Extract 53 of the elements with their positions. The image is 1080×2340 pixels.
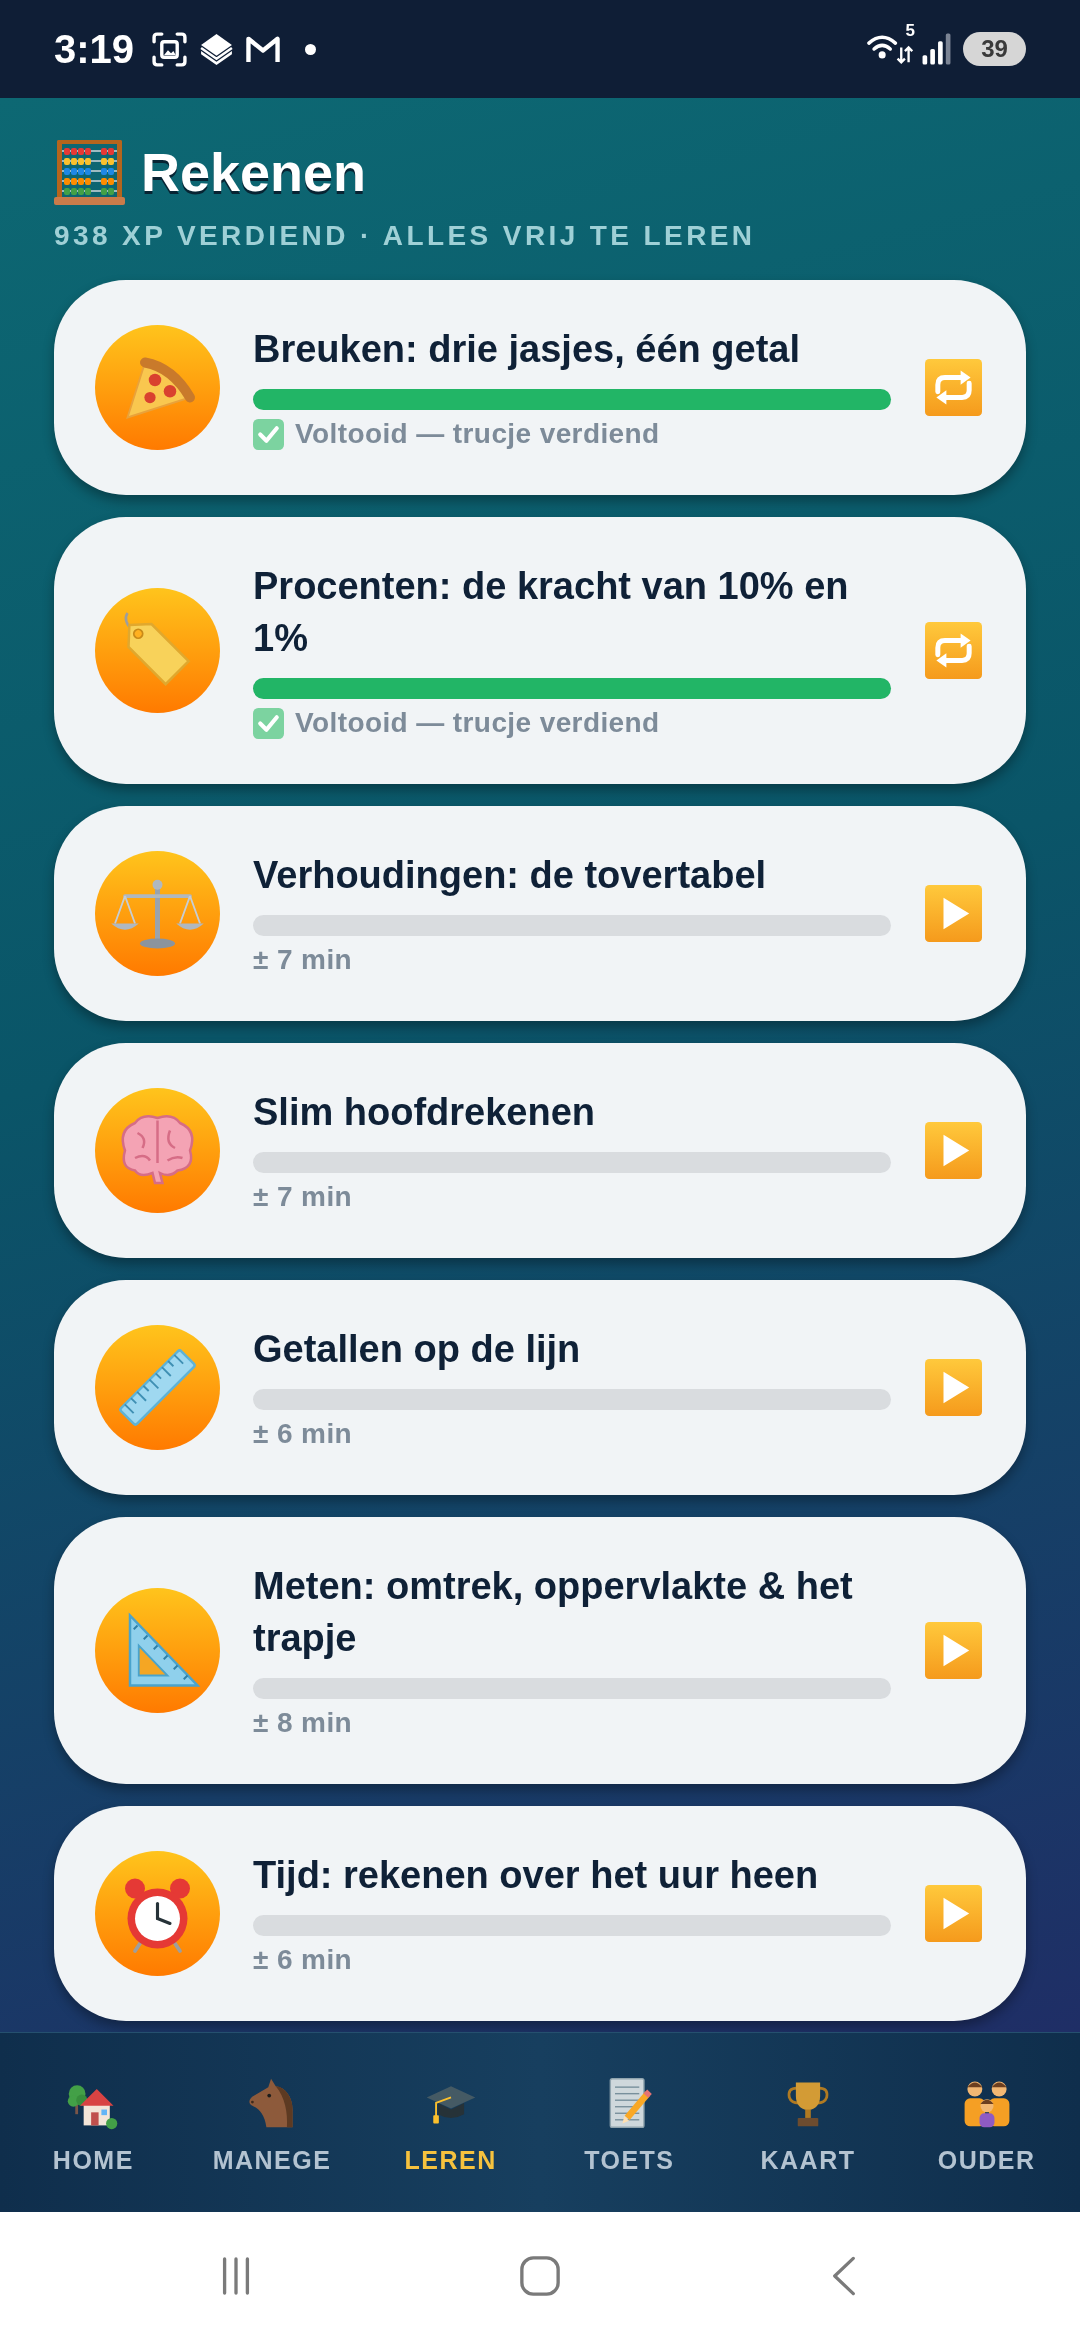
lesson-card[interactable]: Verhoudingen: de tovertabel ± 7 min (54, 806, 1026, 1021)
lesson-note: ± 6 min (253, 1943, 353, 1977)
play-icon[interactable] (925, 1622, 982, 1679)
lesson-title: Breuken: drie jasjes, één getal (253, 327, 801, 372)
play-icon[interactable] (925, 1885, 982, 1942)
notification-dot-icon (305, 43, 317, 55)
lesson-card[interactable]: Getallen op de lijn ± 6 min (54, 1280, 1026, 1495)
nav-tab[interactable]: OUDER (897, 2033, 1076, 2212)
nav-tab[interactable]: TOETS (540, 2033, 719, 2212)
screenshot-icon (151, 30, 189, 68)
lesson-note: ± 8 min (253, 1706, 353, 1740)
alarm-clock-icon (95, 1851, 220, 1976)
lesson-note: ± 6 min (253, 1417, 353, 1451)
abacus-icon (54, 139, 125, 205)
lesson-card[interactable]: Meten: omtrek, oppervlakte & het trapje ± 8 min (54, 1517, 1026, 1784)
brain-icon (95, 1088, 220, 1213)
battery-indicator: 39 (963, 32, 1026, 66)
lesson-note: ± 7 min (253, 1180, 353, 1214)
lesson-card[interactable]: Procenten: de kracht van 10% en 1% Voltooid — trucje verdiend (54, 517, 1026, 784)
nav-tab[interactable]: LEREN (361, 2033, 540, 2212)
balance-scale-icon (95, 851, 220, 976)
nav-tab[interactable]: MANEGE (182, 2033, 362, 2212)
status-time: 3:19 (54, 26, 135, 73)
lesson-title: Slim hoofdrekenen (253, 1090, 597, 1135)
back-icon[interactable] (831, 2255, 857, 2297)
page-subtitle: 938 XP VERDIEND · ALLES VRIJ TE LEREN (54, 219, 757, 253)
page-title: Rekenen (141, 141, 367, 204)
lesson-title: Meten: omtrek, oppervlakte & het trapje (253, 1564, 854, 1661)
pizza-slice-icon (95, 325, 220, 450)
price-tag-icon (95, 588, 220, 713)
lesson-title: Verhoudingen: de tovertabel (253, 853, 768, 898)
lesson-title: Getallen op de lijn (253, 1327, 582, 1372)
check-mark-icon (253, 707, 284, 739)
nav-tab[interactable]: KAART (718, 2033, 898, 2212)
lesson-card[interactable]: Tijd: rekenen over het uur heen ± 6 min (54, 1806, 1026, 2021)
signal-icon (921, 33, 952, 65)
ruler-icon (95, 1325, 220, 1450)
play-icon[interactable] (925, 885, 982, 942)
lesson-note: ± 7 min (253, 943, 353, 977)
play-icon[interactable] (925, 1122, 982, 1179)
lesson-title: Procenten: de kracht van 10% en 1% (253, 564, 850, 661)
repeat-icon[interactable] (925, 359, 982, 416)
network-type: 5 (905, 22, 915, 40)
check-mark-icon (253, 418, 284, 450)
lesson-title: Tijd: rekenen over het uur heen (253, 1853, 820, 1898)
lesson-card[interactable]: Slim hoofdrekenen ± 7 min (54, 1043, 1026, 1258)
repeat-icon[interactable] (925, 622, 982, 679)
nav-tab[interactable]: HOME (4, 2033, 183, 2212)
home-icon[interactable] (519, 2255, 561, 2297)
lesson-note: Voltooid — trucje verdiend (295, 706, 660, 740)
lesson-note: Voltooid — trucje verdiend (295, 417, 660, 451)
lesson-card[interactable]: Breuken: drie jasjes, één getal Voltooid — trucje verdiend (54, 280, 1026, 495)
play-icon[interactable] (925, 1359, 982, 1416)
